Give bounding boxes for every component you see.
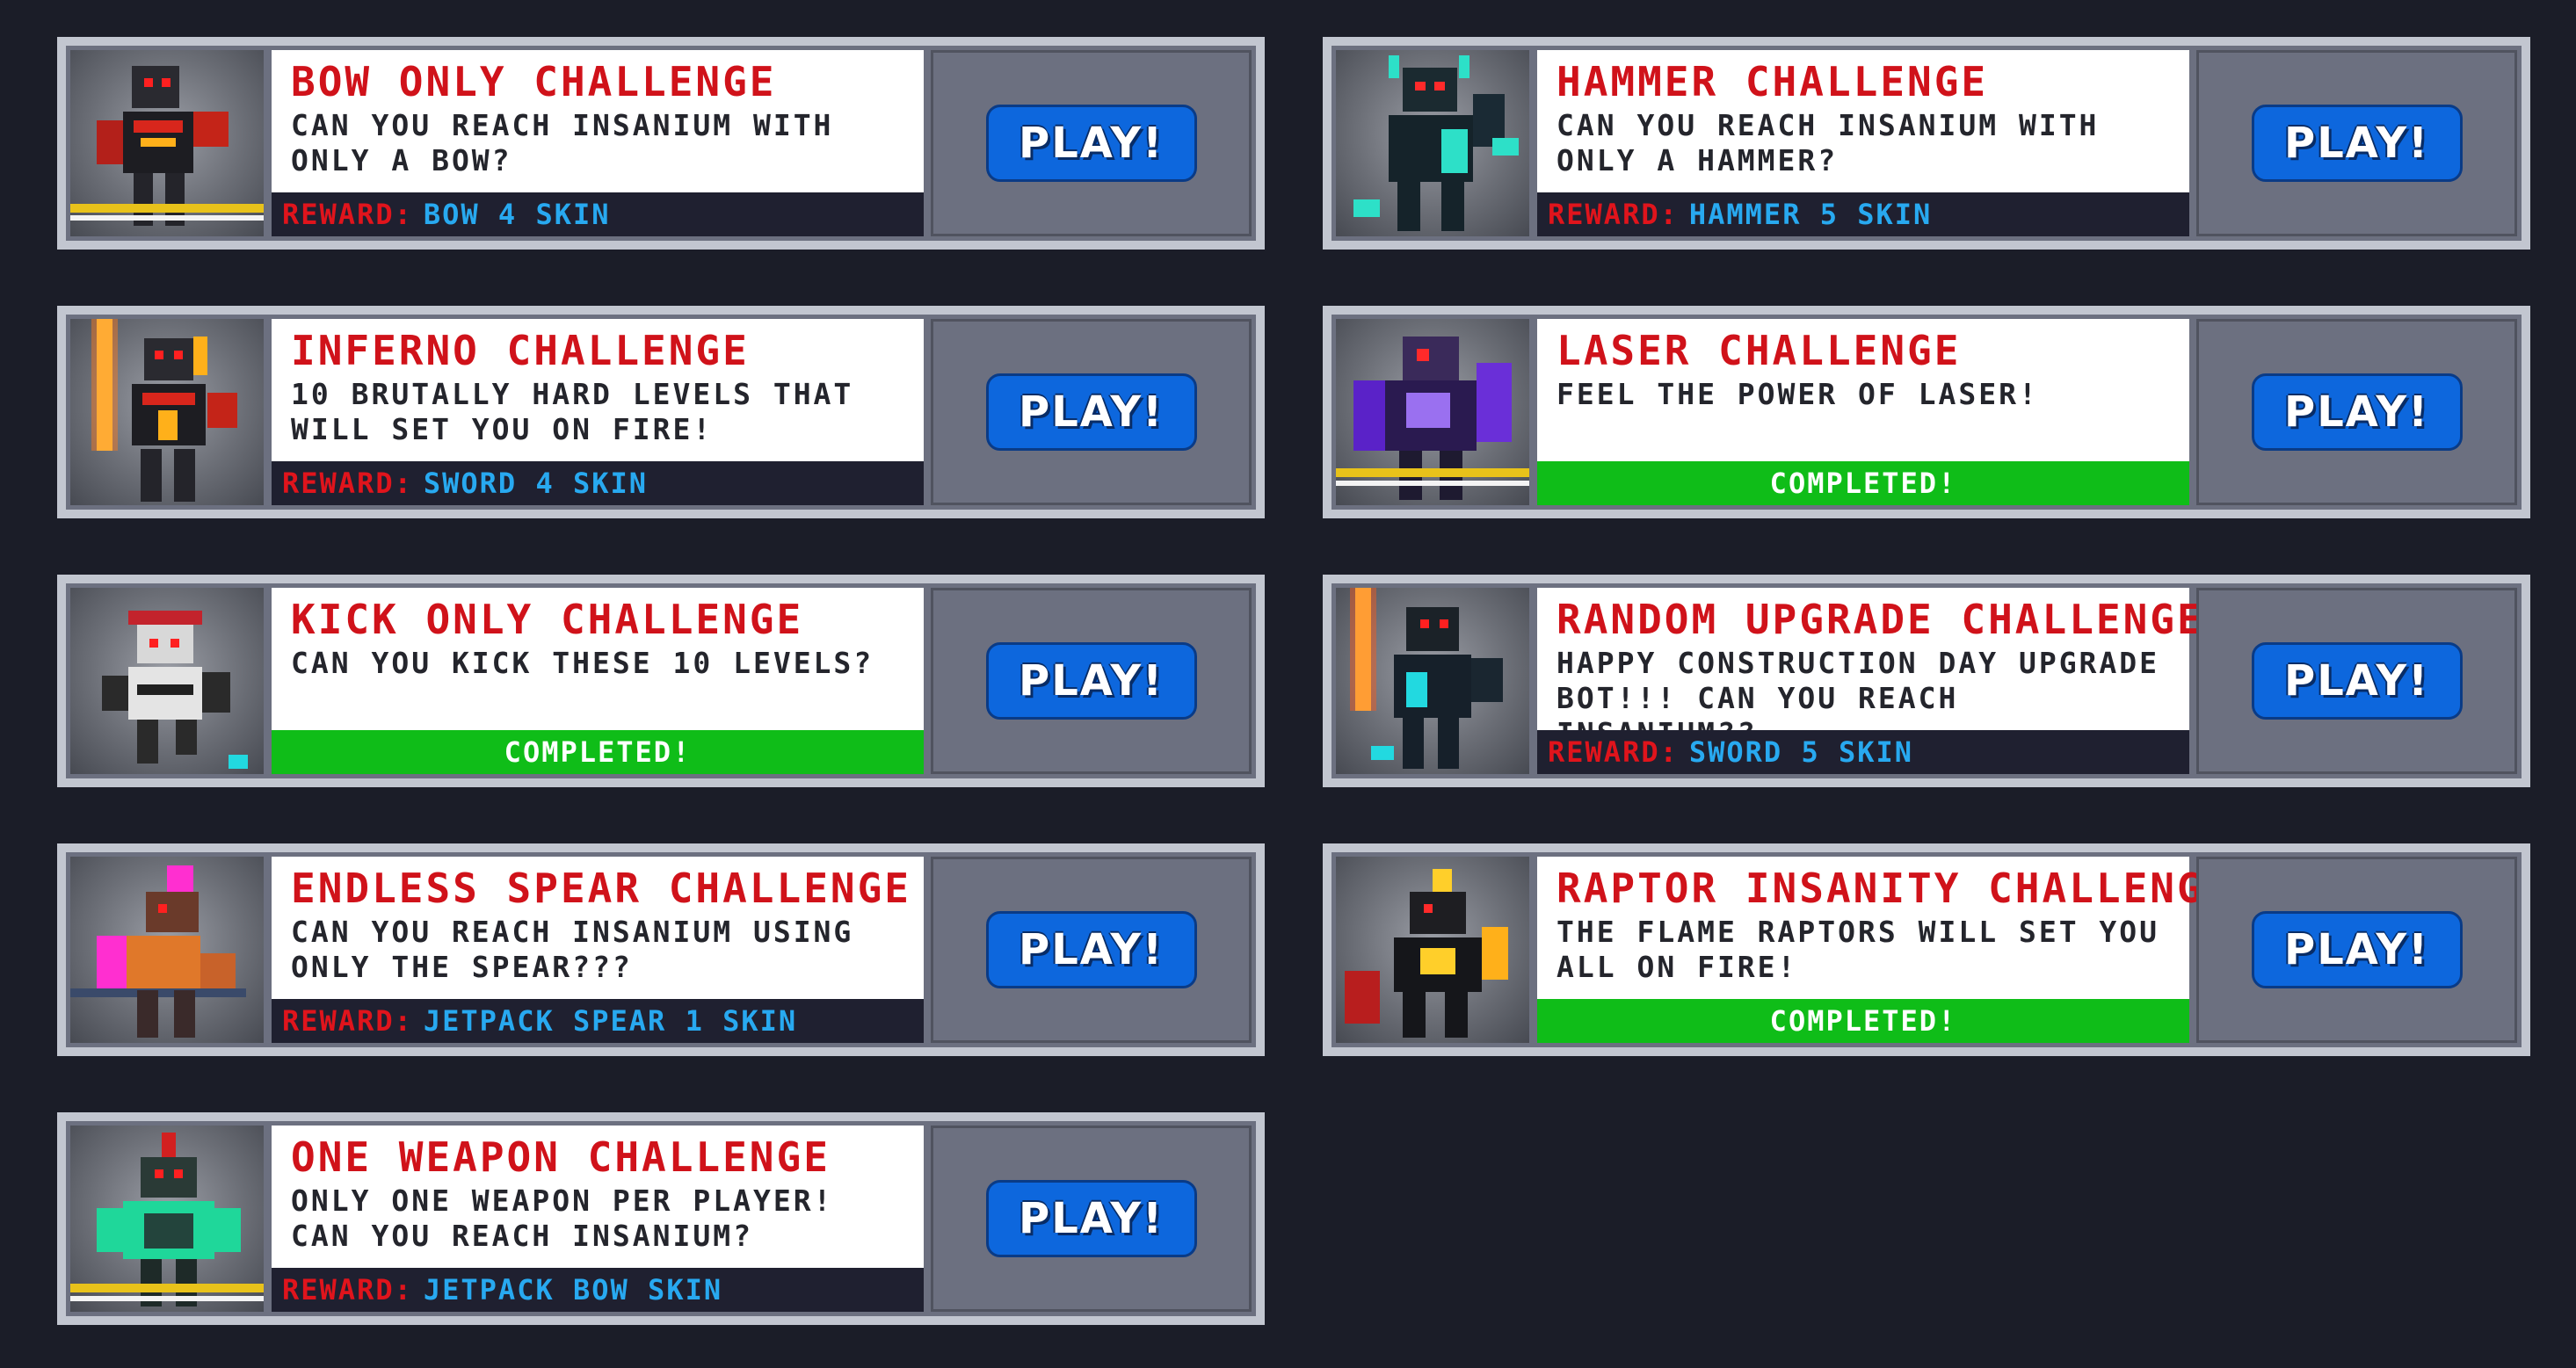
reward-label: REWARD: <box>1548 198 1679 231</box>
laser-robot-icon <box>1336 319 1529 505</box>
one-weapon-robot-icon <box>70 1126 264 1312</box>
challenge-description: CAN YOU REACH INSANIUM USING ONLY THE SP… <box>291 915 854 984</box>
reward-value: JETPACK SPEAR 1 SKIN <box>423 1004 798 1038</box>
challenge-description: CAN YOU KICK THESE 10 LEVELS? <box>291 646 874 680</box>
challenge-description: CAN YOU REACH INSANIUM WITH ONLY A HAMME… <box>1556 108 2100 177</box>
reward-bar: REWARD: JETPACK SPEAR 1 SKIN <box>272 999 924 1043</box>
challenge-title: ONE WEAPON CHALLENGE <box>291 1133 831 1181</box>
challenge-card: KICK ONLY CHALLENGE CAN YOU KICK THESE 1… <box>57 575 1265 787</box>
upgrade-robot-icon <box>1336 588 1529 774</box>
play-button[interactable]: PLAY! <box>2251 642 2463 720</box>
challenge-card: BOW ONLY CHALLENGE CAN YOU REACH INSANIU… <box>57 37 1265 250</box>
reward-value: SWORD 5 SKIN <box>1688 735 1914 769</box>
reward-bar: REWARD: JETPACK BOW SKIN <box>272 1268 924 1312</box>
reward-value: BOW 4 SKIN <box>423 198 611 231</box>
reward-value: SWORD 4 SKIN <box>423 467 649 500</box>
reward-bar: REWARD: HAMMER 5 SKIN <box>1537 192 2189 236</box>
challenge-description: THE FLAME RAPTORS WILL SET YOU ALL ON FI… <box>1556 915 2160 984</box>
play-button[interactable]: PLAY! <box>2251 373 2463 451</box>
raptor-robot-icon <box>1336 857 1529 1043</box>
challenge-title: BOW ONLY CHALLENGE <box>291 58 777 105</box>
challenge-card: HAMMER CHALLENGE CAN YOU REACH INSANIUM … <box>1323 37 2530 250</box>
challenge-title: LASER CHALLENGE <box>1556 327 1962 374</box>
inferno-robot-icon <box>70 319 264 505</box>
challenge-title: ENDLESS SPEAR CHALLENGE <box>291 865 911 912</box>
challenge-description: ONLY ONE WEAPON PER PLAYER! CAN YOU REAC… <box>291 1183 834 1253</box>
completed-bar: COMPLETED! <box>272 730 924 774</box>
play-button[interactable]: PLAY! <box>985 642 1197 720</box>
kick-robot-icon <box>70 588 264 774</box>
challenge-title: RANDOM UPGRADE CHALLENGE <box>1556 596 2204 643</box>
reward-label: REWARD: <box>282 1004 413 1038</box>
challenge-card: ENDLESS SPEAR CHALLENGE CAN YOU REACH IN… <box>57 843 1265 1056</box>
challenge-title: INFERNO CHALLENGE <box>291 327 750 374</box>
bow-robot-icon <box>70 50 264 236</box>
reward-label: REWARD: <box>282 198 413 231</box>
reward-bar: REWARD: BOW 4 SKIN <box>272 192 924 236</box>
reward-bar: REWARD: SWORD 4 SKIN <box>272 461 924 505</box>
play-button[interactable]: PLAY! <box>2251 105 2463 182</box>
reward-label: REWARD: <box>282 1273 413 1306</box>
spear-robot-icon <box>70 857 264 1043</box>
challenge-description: 10 BRUTALLY HARD LEVELS THAT WILL SET YO… <box>291 377 854 446</box>
completed-bar: COMPLETED! <box>1537 999 2189 1043</box>
challenge-title: KICK ONLY CHALLENGE <box>291 596 804 643</box>
challenge-description: CAN YOU REACH INSANIUM WITH ONLY A BOW? <box>291 108 834 177</box>
challenge-title: RAPTOR INSANITY CHALLENGE <box>1556 865 2231 912</box>
challenge-card: RAPTOR INSANITY CHALLENGE THE FLAME RAPT… <box>1323 843 2530 1056</box>
challenge-card: ONE WEAPON CHALLENGE ONLY ONE WEAPON PER… <box>57 1112 1265 1325</box>
hammer-robot-icon <box>1336 50 1529 236</box>
reward-label: REWARD: <box>282 467 413 500</box>
reward-label: REWARD: <box>1548 735 1679 769</box>
completed-bar: COMPLETED! <box>1537 461 2189 505</box>
play-button[interactable]: PLAY! <box>985 373 1197 451</box>
play-button[interactable]: PLAY! <box>985 911 1197 988</box>
challenge-description: FEEL THE POWER OF LASER! <box>1556 377 2039 411</box>
reward-bar: REWARD: SWORD 5 SKIN <box>1537 730 2189 774</box>
reward-value: JETPACK BOW SKIN <box>423 1273 723 1306</box>
challenge-title: HAMMER CHALLENGE <box>1556 58 1989 105</box>
challenge-card: INFERNO CHALLENGE 10 BRUTALLY HARD LEVEL… <box>57 306 1265 518</box>
play-button[interactable]: PLAY! <box>985 105 1197 182</box>
play-button[interactable]: PLAY! <box>985 1180 1197 1257</box>
reward-value: HAMMER 5 SKIN <box>1688 198 1933 231</box>
play-button[interactable]: PLAY! <box>2251 911 2463 988</box>
challenge-card: LASER CHALLENGE FEEL THE POWER OF LASER!… <box>1323 306 2530 518</box>
challenge-card: RANDOM UPGRADE CHALLENGE HAPPY CONSTRUCT… <box>1323 575 2530 787</box>
